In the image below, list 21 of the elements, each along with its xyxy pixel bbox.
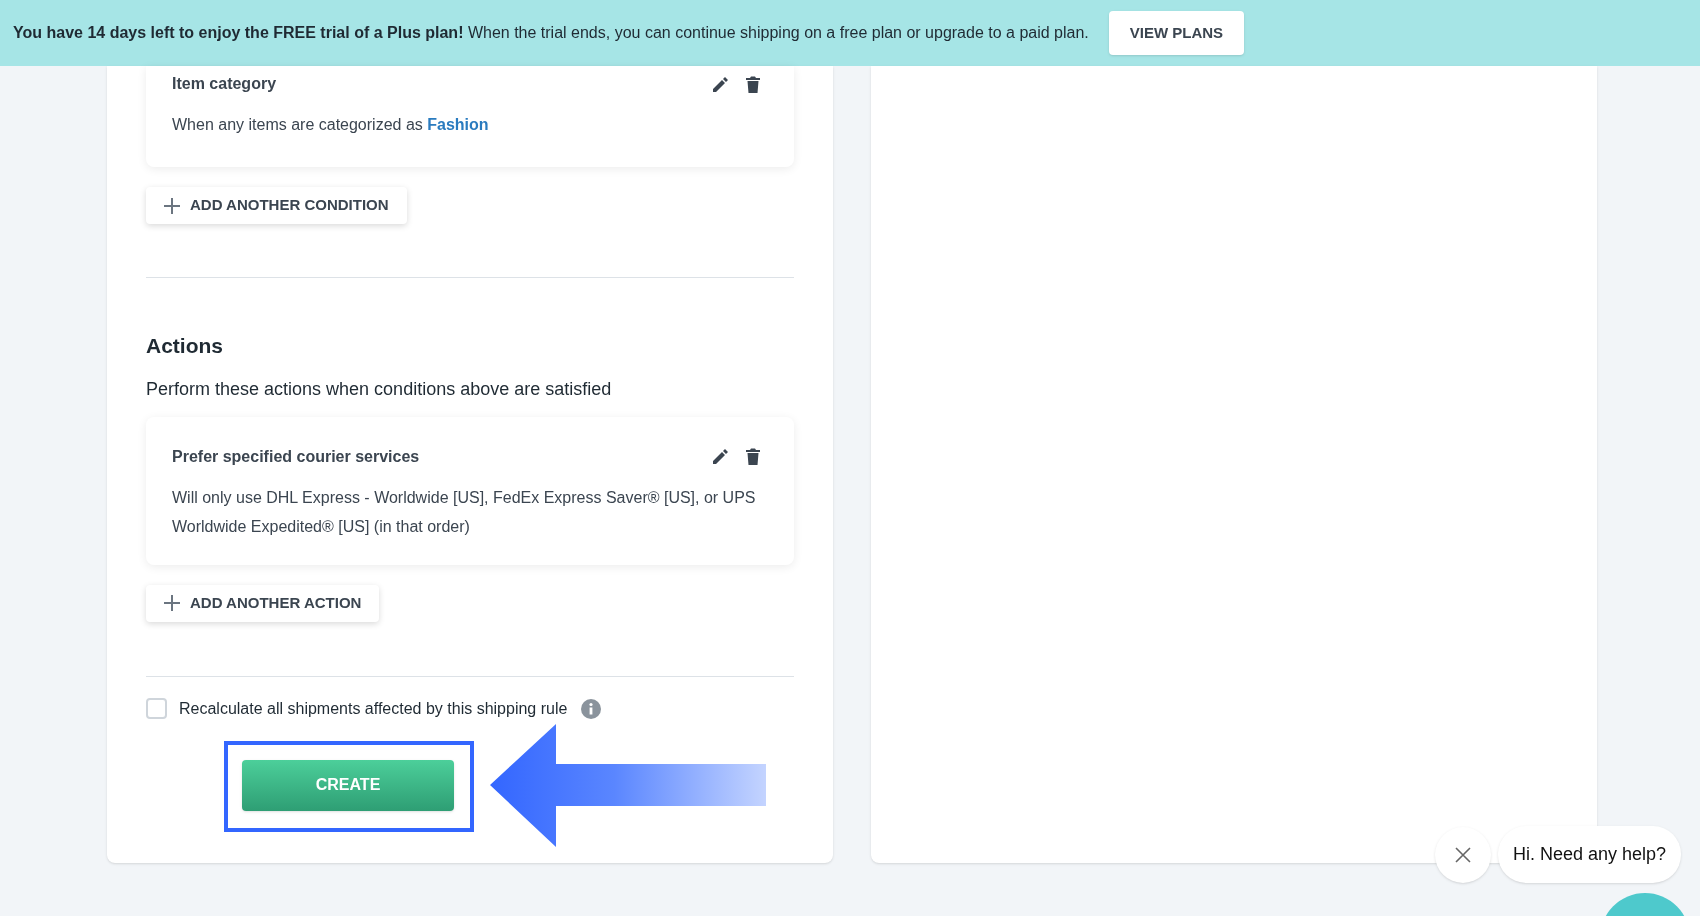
- item-title: Item category: [172, 74, 277, 94]
- chat-bubble[interactable]: Hi. Need any help?: [1498, 826, 1682, 883]
- delete-icon[interactable]: [746, 448, 760, 465]
- plus-icon: [164, 595, 180, 611]
- section-description: Perform these actions when conditions above are satisfied: [146, 377, 613, 401]
- add-action-button[interactable]: ADD ANOTHER ACTION: [146, 584, 380, 622]
- trial-message: You have 14 days left to enjoy the FREE trial of a Plus plan! When the trial ends, you can continue shipping on a free plan or upgrade to a paid plan.: [13, 23, 1089, 43]
- plus-icon: [164, 197, 180, 214]
- edit-icon[interactable]: [712, 75, 729, 93]
- view-plans-button[interactable]: VIEW PLANS: [1108, 11, 1245, 55]
- item-description: When any items are categorized as Fashion: [172, 115, 490, 135]
- edit-icon[interactable]: [712, 448, 729, 465]
- section-heading: Actions: [146, 333, 224, 359]
- add-condition-button[interactable]: ADD ANOTHER CONDITION: [146, 187, 407, 224]
- delete-icon[interactable]: [746, 75, 760, 93]
- checkbox-label: Recalculate all shipments affected by this shipping rule: [179, 698, 568, 719]
- item-title: Prefer specified courier services: [172, 446, 420, 467]
- close-icon: [1455, 846, 1471, 863]
- info-icon[interactable]: [581, 698, 602, 719]
- item-description: Will only use DHL Express - Worldwide [US], FedEx Express Saver® [US], or UPS Worldwide Expedited® [US] (in that order): [172, 487, 757, 537]
- checkbox[interactable]: [146, 698, 167, 719]
